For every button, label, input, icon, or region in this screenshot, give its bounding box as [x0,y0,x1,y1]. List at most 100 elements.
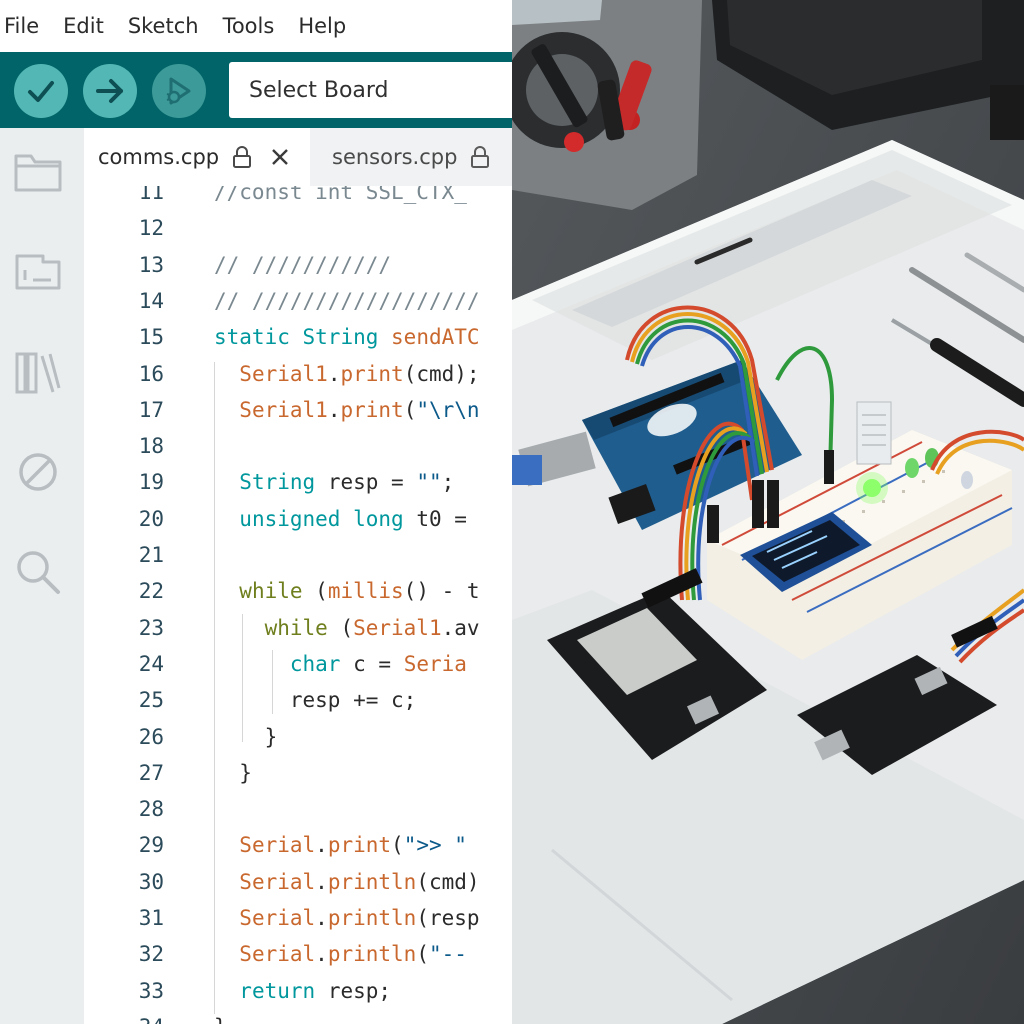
line-number: 21 [138,543,164,567]
library-manager-button[interactable] [12,346,64,398]
tab-sensors-cpp[interactable]: sensors.cpp [316,128,512,186]
code-line[interactable]: 12 [84,210,512,246]
code-line[interactable]: 11 //const int SSL_CTX_ [84,186,512,210]
tab-comms-cpp[interactable]: comms.cpp [84,128,310,186]
line-code: static String sendATC [214,325,480,350]
line-number: 14 [138,288,164,313]
line-number: 16 [138,361,164,386]
editor-tab-bar: comms.cpp sensors.cpp [84,128,512,186]
line-code: while (millis() - t [239,579,480,604]
line-number: 26 [138,724,164,749]
code-line[interactable]: 14 // ////////////////// [84,283,512,319]
line-number: 13 [138,252,164,277]
toolbar: Select Board [0,52,512,128]
code-line[interactable]: 17 Serial1.print("\r\n [84,392,512,428]
line-number: 18 [138,434,164,459]
workbench-photo [512,0,1024,1024]
line-code: resp += c; [289,688,417,713]
code-line[interactable]: 16 Serial1.print(cmd); [84,356,512,392]
menu-bar: File Edit Sketch Tools Help [0,0,512,52]
line-code: Serial1.print(cmd); [239,361,480,386]
line-number: 20 [138,506,164,531]
line-number: 24 [138,651,164,676]
arduino-ide-window: File Edit Sketch Tools Help Select Board… [0,0,512,1024]
board-selector[interactable]: Select Board [229,62,512,118]
code-line[interactable]: 26 } [84,719,512,755]
tab-label: comms.cpp [98,145,220,169]
line-code: Serial.println(cmd) [239,869,480,894]
boards-manager-button[interactable] [12,246,64,298]
verify-icon [28,81,54,102]
debug-icon [166,77,191,105]
line-code: Serial.println("-- [239,942,467,967]
line-code: } [214,760,252,785]
code-line[interactable]: 24 char c = Seria [84,646,512,682]
line-number: 33 [138,978,164,1003]
search-icon [17,551,60,594]
debug-panel-button[interactable] [12,446,64,498]
code-line[interactable]: 25 resp += c; [84,682,512,718]
upload-button[interactable] [83,64,137,118]
code-line[interactable]: 27 } [84,755,512,791]
code-line[interactable]: 32 Serial.println("-- [84,936,512,972]
line-number: 34 [84,1009,164,1024]
sidebar [0,128,84,1024]
line-number: 15 [138,325,164,350]
menu-edit[interactable]: Edit [63,14,104,38]
debug-disabled-icon [19,453,57,491]
line-code: char c = Seria [289,651,467,676]
line-number: 31 [138,906,164,930]
line-code: Serial.print(">> " [239,833,467,858]
line-number: 28 [138,797,164,822]
code-line[interactable]: 21 [84,537,512,573]
code-line[interactable]: 31 Serial.println(resp [84,900,512,936]
line-number: 11 [138,186,164,204]
menu-help[interactable]: Help [298,14,346,38]
code-line[interactable]: 13 // /////////// [84,247,512,283]
line-number: 27 [138,760,164,785]
code-line[interactable]: 28 [84,791,512,827]
code-line[interactable]: 33 return resp; [84,973,512,1009]
code-line[interactable]: 23 while (Serial1.av [84,610,512,646]
code-line[interactable]: 15 static String sendATC [84,319,512,355]
line-number: 22 [138,579,164,604]
workbench-illustration [512,0,1024,1024]
line-code: Serial.println(resp [239,906,480,930]
code-line[interactable]: 20 unsigned long t0 = [84,501,512,537]
debug-button[interactable] [152,64,206,118]
line-number: 29 [138,833,164,858]
code-line[interactable]: 22 while (millis() - t [84,573,512,609]
line-code: } [214,1009,227,1024]
folder-icon [14,154,62,192]
line-code: // /////////// [214,252,392,277]
code-line[interactable]: 29 Serial.print(">> " [84,827,512,863]
tab-label: sensors.cpp [332,145,458,169]
line-number: 19 [138,470,164,495]
line-code: // ////////////////// [214,288,480,313]
code-editor[interactable]: 11 //const int SSL_CTX_ 12 13 // ///////////… [84,186,512,1024]
line-code: while (Serial1.av [264,615,480,640]
line-code: String resp = ""; [239,470,455,495]
board-manager-icon [15,254,61,290]
close-icon[interactable] [269,146,291,168]
line-number: 17 [138,397,164,422]
code-line[interactable]: 30 Serial.println(cmd) [84,864,512,900]
line-number: 30 [138,869,164,894]
menu-sketch[interactable]: Sketch [128,14,199,38]
verify-button[interactable] [14,64,68,118]
search-button[interactable] [12,546,64,598]
menu-tools[interactable]: Tools [223,14,275,38]
line-code: } [214,724,278,749]
upload-icon [96,79,123,103]
lock-icon [471,146,490,168]
code-line[interactable]: 18 [84,428,512,464]
line-number: 25 [138,688,164,713]
line-number: 12 [138,216,164,241]
code-line[interactable]: 34} [84,1009,512,1024]
menu-file[interactable]: File [4,14,39,38]
code-line[interactable]: 19 String resp = ""; [84,464,512,500]
board-selector-label: Select Board [249,77,389,103]
line-code: Serial1.print("\r\n [239,397,480,422]
sketchbook-button[interactable] [12,146,64,198]
line-code: return resp; [239,978,392,1003]
